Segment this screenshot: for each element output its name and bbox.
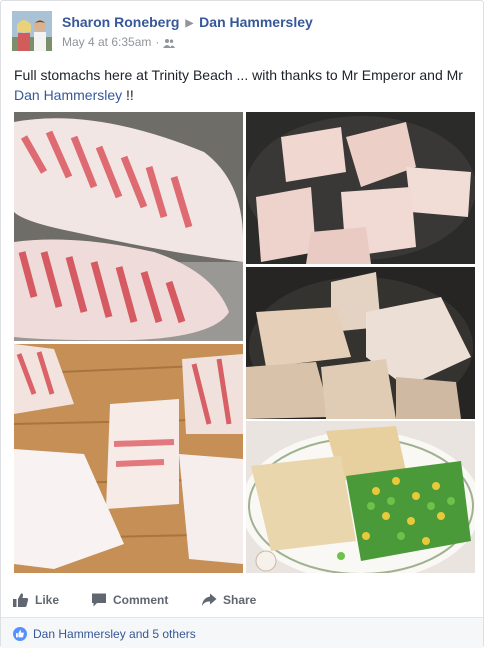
recipient-name[interactable]: Dan Hammersley <box>199 14 313 30</box>
comment-label: Comment <box>113 593 169 607</box>
avatar-image <box>12 11 52 51</box>
post-actions: Like Comment Share <box>13 585 471 615</box>
timestamp[interactable]: May 4 at 6:35am <box>62 35 151 49</box>
thumbs-up-icon <box>13 593 29 607</box>
photo-cut-pieces[interactable] <box>14 344 243 573</box>
like-badge-icon[interactable] <box>13 627 27 641</box>
post-header: Sharon Roneberg ▶ Dan Hammersley May 4 at … <box>12 11 472 53</box>
reactions-summary[interactable]: Dan Hammersley and 5 others <box>33 627 196 641</box>
post-meta: May 4 at 6:35am · <box>62 35 176 49</box>
separator-dot: · <box>155 35 160 49</box>
post-text: Full stomachs here at Trinity Beach ... … <box>14 65 472 105</box>
reactions-bar: Dan Hammersley and 5 others <box>1 617 483 648</box>
author-name[interactable]: Sharon Roneberg <box>62 14 179 30</box>
post-text-end: !! <box>122 87 134 103</box>
photo-pan-raw[interactable] <box>246 112 475 264</box>
post-text-body: Full stomachs here at Trinity Beach ... … <box>14 67 463 83</box>
photo-raw-fillets[interactable] <box>14 112 243 341</box>
photo-pan-seared[interactable] <box>246 267 475 419</box>
comment-icon <box>92 593 106 607</box>
avatar[interactable] <box>12 11 52 51</box>
friends-icon[interactable] <box>163 37 176 48</box>
photo-plated-meal[interactable] <box>246 421 475 573</box>
share-arrow-icon <box>202 593 217 606</box>
arrow-right-icon: ▶ <box>185 18 194 29</box>
comment-button[interactable]: Comment <box>91 585 168 615</box>
like-label: Like <box>35 593 60 607</box>
like-button[interactable]: Like <box>13 585 59 615</box>
feed-post: Sharon Roneberg ▶ Dan Hammersley May 4 at … <box>0 0 484 648</box>
photo-grid <box>14 112 475 573</box>
post-names: Sharon Roneberg ▶ Dan Hammersley <box>62 14 313 30</box>
share-button[interactable]: Share <box>201 585 256 615</box>
mention-link[interactable]: Dan Hammersley <box>14 87 122 103</box>
share-label: Share <box>223 593 257 607</box>
